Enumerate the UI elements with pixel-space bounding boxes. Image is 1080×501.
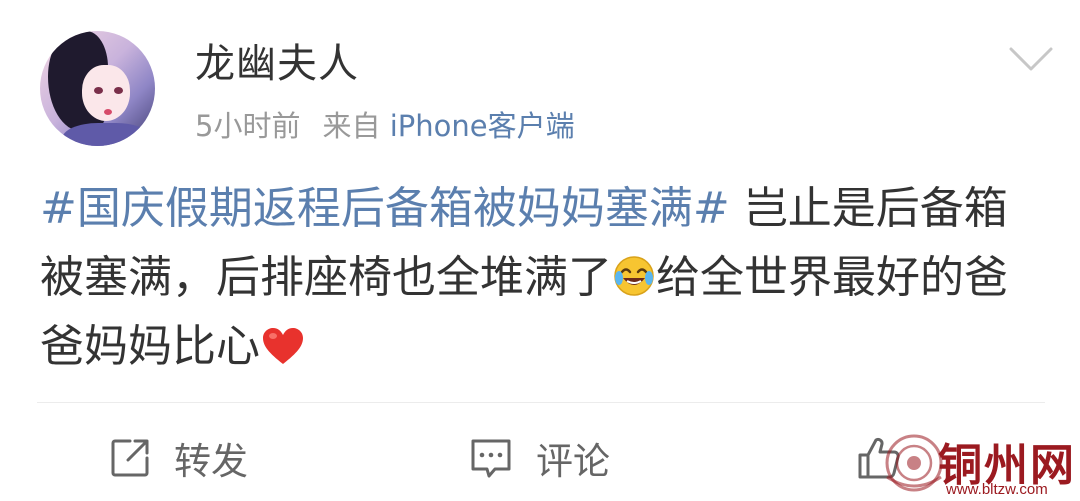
post-source[interactable]: iPhone客户端: [390, 109, 575, 143]
comment-button[interactable]: 评论: [468, 428, 610, 488]
watermark-logo-icon: [885, 434, 943, 492]
comment-label: 评论: [536, 440, 610, 483]
source-prefix: 来自: [322, 109, 381, 143]
divider: [37, 402, 1045, 403]
avatar-eye-left: [94, 87, 103, 94]
laughing-crying-emoji: [614, 256, 654, 296]
comment-icon: [471, 439, 511, 478]
share-icon: [111, 439, 149, 477]
avatar[interactable]: [40, 31, 155, 146]
avatar-mouth: [104, 109, 112, 115]
hashtag-link[interactable]: #国庆假期返程后备箱被妈妈塞满#: [40, 183, 730, 234]
repost-button[interactable]: 转发: [108, 428, 248, 488]
heart-emoji: [263, 328, 303, 364]
site-watermark: 铜州网 www.bltzw.com: [872, 425, 1080, 501]
post-content: #国庆假期返程后备箱被妈妈塞满# 岂止是后备箱被塞满，后排座椅也全堆满了 给全世…: [40, 174, 1050, 381]
repost-label: 转发: [174, 440, 248, 483]
post-time: 5小时前: [195, 109, 301, 143]
post-meta: 5小时前 来自 iPhone客户端: [195, 104, 575, 148]
avatar-clothing: [62, 123, 152, 146]
watermark-url: www.bltzw.com: [946, 481, 1048, 498]
username[interactable]: 龙幽夫人: [195, 36, 359, 92]
avatar-eye-right: [114, 87, 123, 94]
chevron-down-icon[interactable]: [1008, 44, 1054, 74]
